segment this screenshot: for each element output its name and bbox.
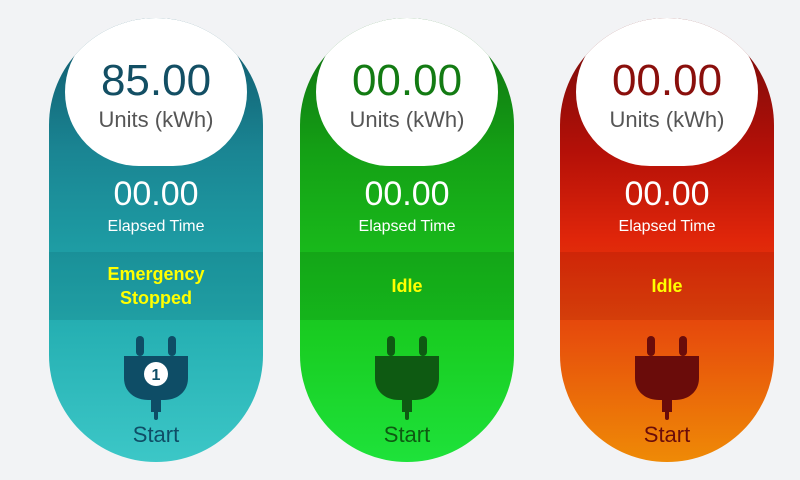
- connector-card-3: 00.00 Units (kWh) 00.00 Elapsed Time Idl…: [560, 18, 774, 462]
- start-button[interactable]: Start: [560, 422, 774, 448]
- start-button[interactable]: Start: [300, 422, 514, 448]
- elapsed-time-label: Elapsed Time: [358, 218, 456, 235]
- units-display: 00.00 Units (kWh): [576, 18, 758, 166]
- elapsed-time-display: 00.00 Elapsed Time: [49, 174, 263, 236]
- connector-card-1: 85.00 Units (kWh) 00.00 Elapsed Time Eme…: [49, 18, 263, 462]
- status-text: Emergency Stopped: [49, 252, 263, 320]
- plug-icon[interactable]: 1: [121, 332, 191, 422]
- elapsed-time-value: 00.00: [113, 175, 199, 213]
- elapsed-time-value: 00.00: [624, 175, 710, 213]
- status-text: Idle: [560, 252, 774, 320]
- units-value: 00.00: [611, 56, 723, 105]
- connector-number: 1: [152, 367, 161, 384]
- units-display: 00.00 Units (kWh): [316, 18, 498, 166]
- plug-icon[interactable]: [372, 332, 442, 422]
- connector-card-2: 00.00 Units (kWh) 00.00 Elapsed Time Idl…: [300, 18, 514, 462]
- units-value: 85.00: [100, 56, 212, 105]
- elapsed-time-display: 00.00 Elapsed Time: [300, 174, 514, 236]
- plug-icon[interactable]: [632, 332, 702, 422]
- elapsed-time-value: 00.00: [364, 175, 450, 213]
- status-text: Idle: [300, 252, 514, 320]
- elapsed-time-label: Elapsed Time: [107, 218, 205, 235]
- units-label: Units (kWh): [609, 107, 725, 132]
- units-label: Units (kWh): [98, 107, 214, 132]
- start-button[interactable]: Start: [49, 422, 263, 448]
- units-value: 00.00: [351, 56, 463, 105]
- elapsed-time-label: Elapsed Time: [618, 218, 716, 235]
- elapsed-time-display: 00.00 Elapsed Time: [560, 174, 774, 236]
- units-display: 85.00 Units (kWh): [65, 18, 247, 166]
- units-label: Units (kWh): [349, 107, 465, 132]
